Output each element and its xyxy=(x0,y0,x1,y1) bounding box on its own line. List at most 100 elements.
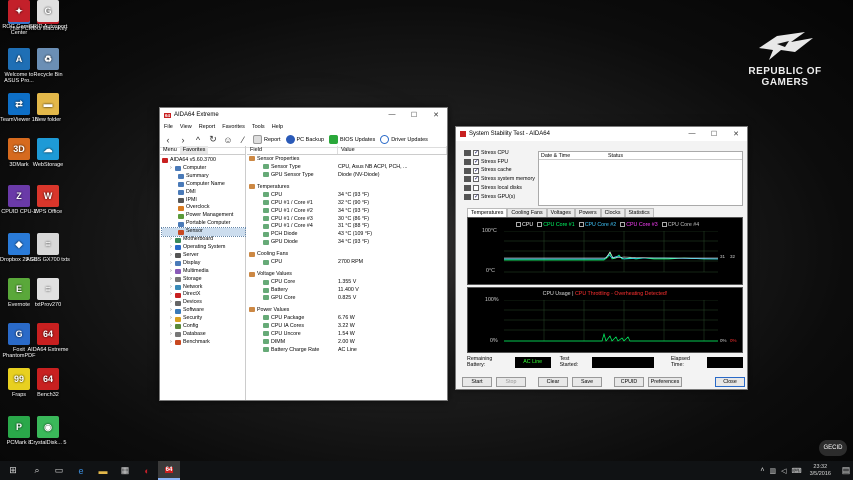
sensor-row[interactable]: DIMM 2.00 W xyxy=(247,338,447,346)
stress-option[interactable]: ✓ Stress CPU xyxy=(464,149,535,158)
sensor-row[interactable]: Battery 11.400 V xyxy=(247,286,447,294)
tab-voltages[interactable]: Voltages xyxy=(546,208,575,217)
tree-item[interactable]: › Network xyxy=(162,284,245,292)
tree-item[interactable]: › Operating System xyxy=(162,244,245,252)
tree-item[interactable]: Power Management xyxy=(162,212,245,220)
desktop-icon[interactable]: ▬ New folder xyxy=(26,93,70,123)
menu-item-help[interactable]: Help xyxy=(272,124,283,130)
tree-item[interactable]: AIDA64 v5.60.3700 xyxy=(162,157,245,165)
menu-item-file[interactable]: File xyxy=(164,124,173,130)
tab-powers[interactable]: Powers xyxy=(574,208,601,217)
legend-checkbox[interactable] xyxy=(578,222,584,228)
tab-clocks[interactable]: Clocks xyxy=(600,208,625,217)
tree-item[interactable]: Sensor xyxy=(161,227,246,238)
sensor-row[interactable]: CPU #1 / Core #4 31 °C (88 °F) xyxy=(247,223,447,231)
tree-item[interactable]: › Computer xyxy=(162,165,245,173)
tree-item[interactable]: › Server xyxy=(162,252,245,260)
section-header[interactable]: Cooling Fans xyxy=(247,250,447,258)
tree-item[interactable]: Computer Name xyxy=(162,181,245,189)
desktop-icon[interactable]: ♻ Recycle Bin xyxy=(26,48,70,78)
checkbox[interactable]: ✓ xyxy=(473,167,479,174)
chevron-up-icon[interactable]: ˄ xyxy=(760,467,764,474)
checkbox[interactable] xyxy=(473,185,479,192)
menu-item-tools[interactable]: Tools xyxy=(252,124,265,130)
minimize-button[interactable]: — xyxy=(381,111,403,119)
sensor-row[interactable]: GPU Core 0.825 V xyxy=(247,294,447,302)
sensor-row[interactable]: CPU Core 1.355 V xyxy=(247,278,447,286)
tree-item[interactable]: › Security xyxy=(162,315,245,323)
legend-item[interactable]: CPU Core #3 xyxy=(620,222,658,228)
store-icon[interactable]: ▦ xyxy=(114,461,136,480)
legend-checkbox[interactable] xyxy=(516,222,521,228)
tree-item[interactable]: IPMI xyxy=(162,197,245,205)
network-icon[interactable]: ▥ xyxy=(769,467,776,475)
desktop-icon[interactable]: ≡ ASUS GX700 txts xyxy=(26,233,70,263)
start-button-windows-icon[interactable]: ⊞ xyxy=(0,461,26,480)
user-icon[interactable]: ☺ xyxy=(223,135,233,145)
pc-backup-button[interactable]: PC Backup xyxy=(285,135,324,144)
tree-item[interactable]: › Software xyxy=(162,307,245,315)
preferences-button[interactable]: Preferences xyxy=(648,377,682,387)
start-button[interactable]: Start xyxy=(462,377,492,387)
report-button[interactable]: Report xyxy=(253,135,281,144)
tree-item[interactable]: Summary xyxy=(162,173,245,181)
search-icon[interactable]: ⌕ xyxy=(26,461,48,480)
refresh-icon[interactable]: ↻ xyxy=(208,134,218,145)
close-dialog-button[interactable]: Close xyxy=(715,377,745,387)
event-log[interactable]: Date & Time Status xyxy=(538,151,743,206)
file-explorer-icon[interactable]: ▬ xyxy=(92,461,114,480)
desktop-icon[interactable]: 64 Bench32 xyxy=(26,368,70,398)
section-header[interactable]: Sensor Properties xyxy=(247,155,447,163)
menu-item-favorites[interactable]: Favorites xyxy=(222,124,245,130)
sensor-row[interactable]: CPU 34 °C (93 °F) xyxy=(247,191,447,199)
clock[interactable]: 23:32 3/5/2016 xyxy=(810,464,831,478)
tree-item[interactable]: › Devices xyxy=(162,299,245,307)
checkbox[interactable]: ✓ xyxy=(473,159,479,166)
section-header[interactable]: Temperatures xyxy=(247,183,447,191)
tree-item[interactable]: › Display xyxy=(162,260,245,268)
menu-item-report[interactable]: Report xyxy=(199,124,216,130)
stress-option[interactable]: ✓ Stress cache xyxy=(464,166,535,175)
section-header[interactable]: Voltage Values xyxy=(247,270,447,278)
sensor-row[interactable]: CPU 2700 RPM xyxy=(247,258,447,266)
up-icon[interactable]: ^ xyxy=(193,135,203,145)
checkbox[interactable]: ✓ xyxy=(473,176,479,183)
legend-checkbox[interactable] xyxy=(661,222,667,228)
forward-icon[interactable]: › xyxy=(178,135,188,145)
legend-item[interactable]: CPU Core #1 xyxy=(537,222,575,228)
stability-titlebar[interactable]: System Stability Test - AIDA64 — ☐ ✕ xyxy=(456,127,747,141)
legend-item[interactable]: CPU Core #4 xyxy=(661,222,699,228)
field-column-header[interactable]: Field xyxy=(247,146,338,154)
edge-icon[interactable]: e xyxy=(70,461,92,480)
maximize-button[interactable]: ☐ xyxy=(403,111,425,119)
stability-test-window[interactable]: System Stability Test - AIDA64 — ☐ ✕ ✓ St… xyxy=(455,126,748,390)
tab-menu[interactable]: Menu xyxy=(160,146,180,154)
stress-option[interactable]: ✓ Stress FPU xyxy=(464,158,535,167)
checkbox[interactable]: ✓ xyxy=(473,193,479,200)
tree-item[interactable]: › Storage xyxy=(162,276,245,284)
desktop-icon[interactable]: ☁ WebStorage xyxy=(26,138,70,168)
aida64-taskbar-button[interactable]: 64 xyxy=(158,461,180,480)
stop-button[interactable]: Stop xyxy=(496,377,526,387)
sensor-row[interactable]: PCH Diode 43 °C (109 °F) xyxy=(247,230,447,238)
stress-option[interactable]: Stress local disks xyxy=(464,184,535,193)
clear-button[interactable]: Clear xyxy=(538,377,568,387)
sensor-row[interactable]: CPU #1 / Core #1 32 °C (90 °F) xyxy=(247,199,447,207)
tree-item[interactable]: DMI xyxy=(162,189,245,197)
close-button[interactable]: ✕ xyxy=(425,111,447,119)
sensor-row[interactable]: Battery Charge Rate AC Line xyxy=(247,346,447,354)
sensor-row[interactable]: GPU Diode 34 °C (93 °F) xyxy=(247,238,447,246)
status-header[interactable]: Status xyxy=(606,153,623,159)
cpuid-button[interactable]: CPUID xyxy=(614,377,644,387)
sensor-row[interactable]: CPU #1 / Core #2 34 °C (93 °F) xyxy=(247,207,447,215)
tree-item[interactable]: Portable Computer xyxy=(162,220,245,228)
tree-item[interactable]: › Multimedia xyxy=(162,268,245,276)
task-view-icon[interactable]: ▭ xyxy=(48,461,70,480)
value-column-header[interactable]: Value xyxy=(338,146,447,154)
tab-favorites[interactable]: Favorites xyxy=(179,146,209,154)
desktop-icon[interactable]: W WPS Office xyxy=(26,185,70,215)
maximize-button[interactable]: ☐ xyxy=(703,130,725,138)
tree-item[interactable]: › Motherboard xyxy=(162,236,245,244)
sensor-row[interactable]: CPU #1 / Core #3 30 °C (86 °F) xyxy=(247,215,447,223)
tree-item[interactable]: › DirectX xyxy=(162,291,245,299)
